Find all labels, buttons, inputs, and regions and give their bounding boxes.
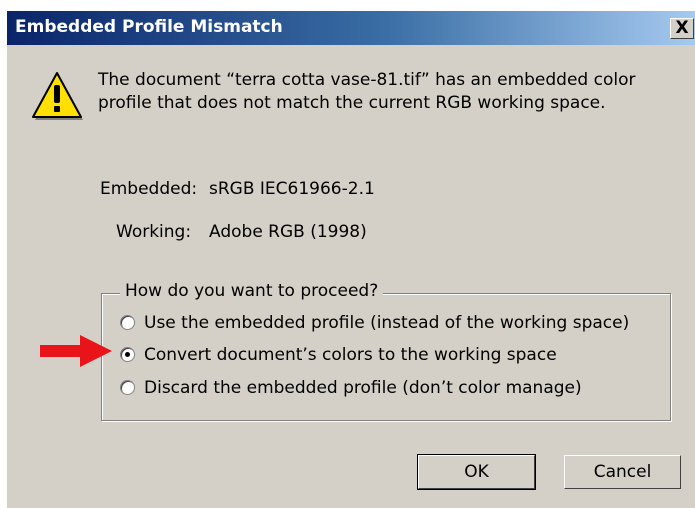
working-label: Working:: [116, 222, 192, 242]
message-text: The document “terra cotta vase-81.tif” h…: [98, 69, 678, 115]
message-line-2: profile that does not match the current …: [98, 93, 606, 113]
message-line-1: The document “terra cotta vase-81.tif” h…: [98, 70, 636, 90]
embedded-value: sRGB IEC61966-2.1: [209, 179, 375, 199]
radio-label: Convert document’s colors to the working…: [144, 345, 557, 365]
radio-button[interactable]: [120, 347, 135, 362]
title-bar[interactable]: Embedded Profile Mismatch X: [7, 11, 695, 45]
working-value: Adobe RGB (1998): [209, 222, 367, 242]
radio-label: Discard the embedded profile (don’t colo…: [144, 378, 582, 398]
proceed-groupbox: How do you want to proceed? Use the embe…: [101, 281, 671, 421]
close-icon: X: [675, 18, 689, 38]
embedded-label: Embedded:: [100, 179, 198, 199]
proceed-legend: How do you want to proceed?: [120, 281, 384, 301]
red-arrow-icon: [40, 335, 112, 367]
cancel-button[interactable]: Cancel: [564, 455, 681, 489]
radio-button[interactable]: [120, 380, 135, 395]
close-button[interactable]: X: [670, 18, 694, 39]
window-title: Embedded Profile Mismatch: [15, 17, 283, 37]
radio-label: Use the embedded profile (instead of the…: [144, 313, 630, 333]
ok-button[interactable]: OK: [417, 454, 536, 490]
ok-label: OK: [464, 462, 489, 482]
cancel-label: Cancel: [593, 462, 652, 482]
radio-button[interactable]: [120, 315, 135, 330]
warning-icon: [32, 72, 83, 120]
dialog-window: Embedded Profile Mismatch X The document…: [6, 10, 695, 508]
